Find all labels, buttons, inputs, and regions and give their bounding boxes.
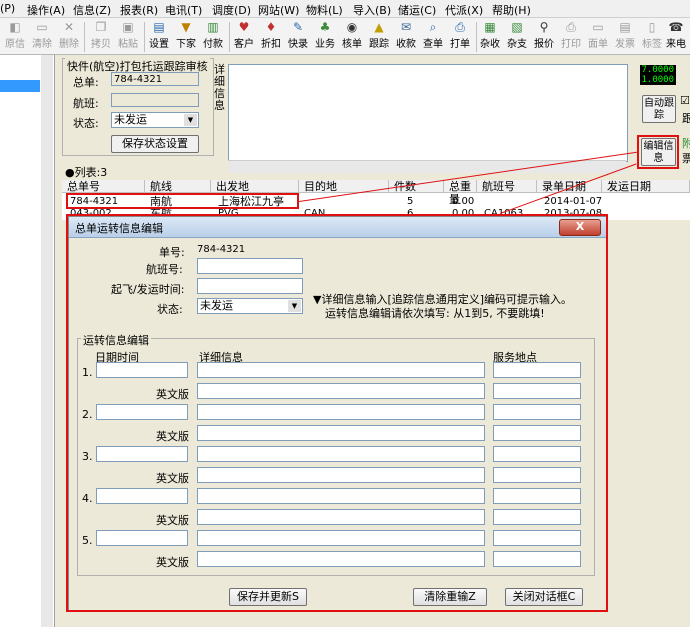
toolbar-button-delete[interactable]: ✕ 删除 bbox=[57, 20, 81, 54]
menu-item-operate[interactable]: 操作(A) bbox=[27, 2, 65, 18]
toolbar-button-downstream[interactable]: ▼ 下家 bbox=[174, 20, 198, 54]
menu-item-material[interactable]: 物料(L) bbox=[306, 2, 343, 18]
quick-entry-icon: ✎ bbox=[292, 20, 304, 34]
toolbar-button-misc-income[interactable]: ▦ 杂收 bbox=[478, 20, 502, 54]
downstream-icon: ▼ bbox=[181, 20, 191, 34]
toolbar-button-invoice[interactable]: ▤ 发票 bbox=[613, 20, 637, 54]
side-cut-label-1: 跟 bbox=[682, 112, 690, 125]
toolbar-button-business[interactable]: ♣ 业务 bbox=[313, 20, 337, 54]
toolbar-button-misc-expense[interactable]: ▧ 杂支 bbox=[505, 20, 529, 54]
highlight-edit-info bbox=[637, 135, 679, 169]
col-header-destination[interactable]: 目的地 bbox=[299, 180, 389, 193]
menu-item-p[interactable]: (P) bbox=[0, 2, 15, 15]
left-panel-scrollbar[interactable] bbox=[41, 55, 53, 627]
toolbar: ◧ 原信 ▭ 清除 ✕ 删除 ❐ 拷贝 ▣ 粘贴 ▤ 设置 ▼ 下家 ▥ 付款 ♥ 客户 ♦ 折扣 … bbox=[0, 18, 690, 55]
menu-item-import[interactable]: 导入(B) bbox=[353, 2, 391, 18]
toolbar-button-verify[interactable]: ◉ 核单 bbox=[340, 20, 364, 54]
menu-bar: (P) 操作(A) 信息(Z) 报表(R) 电讯(T) 调度(D) 网站(W) … bbox=[0, 0, 690, 18]
col-header-flight[interactable]: 航班号 bbox=[477, 180, 537, 193]
settings-icon: ▤ bbox=[153, 20, 165, 34]
quote-icon: ⚲ bbox=[539, 20, 549, 34]
menu-item-dispatch[interactable]: 调度(D) bbox=[212, 2, 251, 18]
toolbar-button-quote[interactable]: ⚲ 报价 bbox=[532, 20, 556, 54]
side-cut-label-3: 票 bbox=[682, 152, 690, 165]
menu-item-website[interactable]: 网站(W) bbox=[258, 2, 299, 18]
menu-item-telecom[interactable]: 电讯(T) bbox=[165, 2, 202, 18]
side-cut-label-2: 附 bbox=[682, 137, 690, 150]
toolbar-button-payment[interactable]: ▥ 付款 bbox=[201, 20, 225, 54]
quick-order-field[interactable]: 784-4321 bbox=[111, 72, 199, 86]
toolbar-button-lookup[interactable]: ⌕ 查单 bbox=[421, 20, 445, 54]
menu-item-help[interactable]: 帮助(H) bbox=[492, 2, 531, 18]
col-header-order[interactable]: 总单号 bbox=[62, 180, 145, 193]
quick-status-label: 状态: bbox=[73, 117, 99, 130]
phone-icon: ☎ bbox=[668, 20, 684, 34]
misc-expense-icon: ▧ bbox=[511, 20, 523, 34]
lookup-icon: ⌕ bbox=[429, 20, 437, 34]
toolbar-button-discount[interactable]: ♦ 折扣 bbox=[259, 20, 283, 54]
toolbar-button-paste[interactable]: ▣ 粘贴 bbox=[116, 20, 140, 54]
toolbar-button-settings[interactable]: ▤ 设置 bbox=[147, 20, 171, 54]
receipt-icon: ✉ bbox=[400, 20, 412, 34]
toolbar-button-track[interactable]: ▲ 跟踪 bbox=[367, 20, 391, 54]
auto-track-button[interactable]: 自动跟踪 bbox=[642, 95, 676, 123]
quick-order-label: 总单: bbox=[73, 76, 99, 89]
discount-icon: ♦ bbox=[265, 20, 277, 34]
col-header-airline[interactable]: 航线 bbox=[145, 180, 211, 193]
quick-status-select[interactable]: 未发运 ▼ bbox=[111, 112, 199, 128]
toolbar-button-incoming-call[interactable]: ☎ 来电 bbox=[664, 20, 688, 54]
toolbar-button-print[interactable]: ⎙ 打印 bbox=[559, 20, 583, 54]
toolbar-button-quick-entry[interactable]: ✎ 快录 bbox=[286, 20, 310, 54]
highlight-dialog bbox=[66, 214, 608, 612]
detail-info-textarea[interactable] bbox=[228, 64, 628, 162]
toolbar-button-waybill[interactable]: ▭ 面单 bbox=[586, 20, 610, 54]
toolbar-button-restore[interactable]: ◧ 原信 bbox=[3, 20, 27, 54]
delete-icon: ✕ bbox=[63, 20, 75, 34]
invoice-icon: ▤ bbox=[619, 20, 631, 34]
quick-flight-field[interactable] bbox=[111, 93, 199, 107]
col-header-origin[interactable]: 出发地 bbox=[211, 180, 299, 193]
chevron-down-icon: ▼ bbox=[184, 114, 197, 126]
menu-item-report[interactable]: 报表(R) bbox=[120, 2, 158, 18]
paste-icon: ▣ bbox=[122, 20, 134, 34]
col-header-weight[interactable]: 总重量 bbox=[444, 180, 477, 206]
printer-icon: ⎙ bbox=[455, 20, 465, 34]
digit-display: 7.0000 1.0000 bbox=[640, 65, 676, 85]
toolbar-button-customer[interactable]: ♥ 客户 bbox=[232, 20, 256, 54]
business-icon: ♣ bbox=[319, 20, 331, 34]
toolbar-button-copy[interactable]: ❐ 拷贝 bbox=[89, 20, 113, 54]
left-panel-selection[interactable] bbox=[0, 80, 40, 92]
payment-icon: ▥ bbox=[207, 20, 219, 34]
save-status-button[interactable]: 保存状态设置 bbox=[111, 135, 199, 153]
highlight-row bbox=[66, 193, 299, 209]
label-icon: ▯ bbox=[648, 20, 656, 34]
toolbar-button-clear[interactable]: ▭ 清除 bbox=[30, 20, 54, 54]
digit-bottom: 1.0000 bbox=[641, 75, 674, 85]
track-icon: ▲ bbox=[374, 20, 384, 34]
quick-status-value: 未发运 bbox=[114, 113, 147, 126]
menu-item-storage[interactable]: 储运(C) bbox=[398, 2, 436, 18]
menu-item-agent[interactable]: 代派(X) bbox=[445, 2, 483, 18]
eraser-icon: ▭ bbox=[36, 20, 48, 34]
checkbox-icon[interactable]: ☑ bbox=[680, 94, 690, 107]
eye-icon: ◉ bbox=[346, 20, 358, 34]
quick-flight-label: 航班: bbox=[73, 97, 99, 110]
toolbar-button-print-order[interactable]: ⎙ 打单 bbox=[448, 20, 472, 54]
toolbar-button-receipt[interactable]: ✉ 收款 bbox=[394, 20, 418, 54]
misc-income-icon: ▦ bbox=[484, 20, 496, 34]
col-header-ship-date[interactable]: 发运日期 bbox=[602, 180, 690, 193]
restore-icon: ◧ bbox=[9, 20, 21, 34]
menu-item-info[interactable]: 信息(Z) bbox=[73, 2, 111, 18]
copy-icon: ❐ bbox=[95, 20, 107, 34]
print-icon: ⎙ bbox=[566, 20, 576, 34]
digit-top: 7.0000 bbox=[641, 65, 674, 75]
customer-icon: ♥ bbox=[238, 20, 250, 34]
left-tree-panel[interactable] bbox=[0, 55, 55, 627]
waybill-icon: ▭ bbox=[592, 20, 604, 34]
list-count-label: ●列表:3 bbox=[65, 166, 108, 179]
detail-info-label: 详细信息 bbox=[214, 63, 225, 112]
